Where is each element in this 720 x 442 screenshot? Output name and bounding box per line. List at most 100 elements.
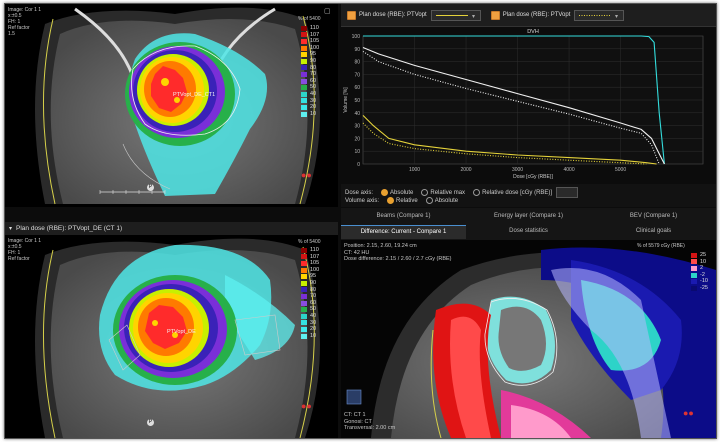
legend-entry: 70 xyxy=(301,71,319,78)
tab-dose-statistics[interactable]: Dose statistics xyxy=(466,225,591,238)
legend-entry: 30 xyxy=(301,320,319,327)
dvh-series-header: Plan dose (RBE): PTVopt ▾ Plan dose (RBE… xyxy=(341,4,716,27)
series-2-style-dropdown[interactable]: ▾ xyxy=(574,9,625,21)
legend-label: 70 xyxy=(310,293,317,300)
legend-label: 107 xyxy=(310,31,320,38)
dose-viewport-bottom-left[interactable]: Image: Cor 1 1 x:±0.5 FH: 1 Ref factor PTVo… xyxy=(5,235,338,438)
legend-label: 100 xyxy=(310,44,320,51)
dose-axis-label: Dose axis: xyxy=(345,189,374,196)
dvh-chart[interactable]: 0 10 20 30 40 50 60 70 80 90 100 1000 2000 3000 4000 50… xyxy=(341,26,716,184)
tab-beams[interactable]: Beams (Compare 1) xyxy=(341,210,466,222)
legend-label: 30 xyxy=(310,97,317,104)
tab-difference[interactable]: Difference: Current - Compare 1 xyxy=(341,225,466,239)
legend-label: -10 xyxy=(700,278,708,285)
legend-label: 70 xyxy=(310,71,317,78)
y-tick-label: 90 xyxy=(354,47,360,53)
roi-label: PTVopt_DE xyxy=(167,329,196,335)
legend-swatch xyxy=(301,307,307,313)
planning-window: Image: Cor 1 1 x:±0.5 FH: 1 Ref factor 1.5 P… xyxy=(4,3,717,439)
patient-orientation-icon: ●● xyxy=(301,401,312,411)
legend-entry: 107 xyxy=(301,32,319,39)
tab-bev[interactable]: BEV (Compare 1) xyxy=(591,210,716,222)
legend-entry: 40 xyxy=(301,313,319,320)
series-2-checkbox[interactable] xyxy=(490,10,500,20)
tab-clinical-goals[interactable]: Clinical goals xyxy=(591,225,716,238)
overlay-line: 1.5 xyxy=(8,31,15,37)
svg-text:▾: ▾ xyxy=(615,14,618,20)
roi-label: PTVopt_DE_CT1 xyxy=(173,92,216,98)
tab-strip: Beams (Compare 1) Energy layer (Compare … xyxy=(341,208,716,240)
legend-swatch xyxy=(301,267,307,273)
overlay-line: Ref factor xyxy=(8,256,30,262)
legend-label: 30 xyxy=(310,319,317,326)
legend-entry: 110 xyxy=(301,247,319,254)
dose-axis-relative-max-radio[interactable] xyxy=(421,189,429,196)
y-tick-label: 60 xyxy=(354,85,360,91)
tab-energy-layer[interactable]: Energy layer (Compare 1) xyxy=(466,210,591,222)
series-2-label: Plan dose (RBE): PTVopt xyxy=(502,12,571,18)
legend-swatch xyxy=(301,85,307,91)
legend-swatch xyxy=(301,38,307,44)
legend-swatch xyxy=(301,58,307,64)
legend-label: -25 xyxy=(700,284,708,291)
fullscreen-icon[interactable]: ▢ xyxy=(324,7,331,15)
legend-label: 20 xyxy=(310,104,317,111)
legend-swatch xyxy=(301,25,307,31)
y-tick-label: 40 xyxy=(354,111,360,117)
volume-axis-option-relative: Relative xyxy=(396,197,418,204)
legend-swatch xyxy=(301,104,307,110)
dose-axis-relative-dose-radio[interactable] xyxy=(473,189,481,196)
legend-label: 60 xyxy=(310,299,317,306)
legend-label: 105 xyxy=(310,38,320,45)
viewport-info-overlay: Image: Cor 1 1 x:±0.5 FH: 1 Ref factor xyxy=(8,238,41,262)
dose-axis-option-relative-max: Relative max xyxy=(430,189,466,196)
dose-axis-absolute-radio[interactable] xyxy=(381,189,389,196)
legend-swatch xyxy=(301,313,307,319)
viewport-info-overlay: Image: Cor 1 1 x:±0.5 FH: 1 Ref factor 1.5 xyxy=(8,7,41,37)
legend-entry: 80 xyxy=(301,65,319,72)
legend-entry: 90 xyxy=(301,280,319,287)
legend-entry: 60 xyxy=(301,78,319,85)
overlay-line: CT: CT 1 xyxy=(344,412,366,418)
orientation-marker: P xyxy=(147,184,154,191)
legend-label: 10 xyxy=(310,332,317,339)
dvh-panel: Plan dose (RBE): PTVopt ▾ Plan dose (RBE… xyxy=(341,4,716,184)
series-1-style-dropdown[interactable]: ▾ xyxy=(430,9,481,21)
dose-legend: 110 107 105 100 95 90 80 70 60 50 40 30 20 10 xyxy=(301,247,319,339)
x-axis-label: Dose [cGy (RBE)] xyxy=(513,174,553,180)
volume-axis-option-absolute: Absolute xyxy=(434,197,459,204)
volume-axis-label: Volume axis: xyxy=(345,197,380,204)
legend-swatch xyxy=(301,254,307,260)
dose-viewport-top-left[interactable]: Image: Cor 1 1 x:±0.5 FH: 1 Ref factor 1.5 P… xyxy=(5,4,338,207)
y-tick-label: 0 xyxy=(357,162,360,168)
legend-entry: 2 xyxy=(691,265,708,272)
y-tick-label: 80 xyxy=(354,60,360,66)
dose-axis-option-absolute: Absolute xyxy=(390,189,414,196)
relative-dose-input[interactable] xyxy=(556,187,579,198)
legend-label: 80 xyxy=(310,286,317,293)
legend-entry: -25 xyxy=(691,285,708,292)
legend-label: 10 xyxy=(310,110,317,117)
legend-swatch xyxy=(301,78,307,84)
y-tick-label: 20 xyxy=(354,136,360,142)
legend-swatch xyxy=(301,320,307,326)
expand-icon[interactable]: ▾ xyxy=(9,225,12,232)
overlay-line: CT: 42 HU xyxy=(344,249,370,256)
legend-swatch xyxy=(301,98,307,104)
legend-swatch xyxy=(301,287,307,293)
legend-label: 90 xyxy=(310,57,317,64)
y-tick-label: 70 xyxy=(354,72,360,78)
legend-label: -2 xyxy=(700,271,705,278)
legend-label: 107 xyxy=(310,253,320,260)
legend-label: 90 xyxy=(310,279,317,286)
series-1-checkbox[interactable] xyxy=(347,10,356,20)
volume-axis-absolute-radio[interactable] xyxy=(425,197,433,204)
volume-axis-relative-radio[interactable] xyxy=(387,197,395,204)
legend-label: 60 xyxy=(310,77,317,84)
dose-difference-viewport[interactable]: Position: 2.15, 2.60, 19.24 cm CT: 42 HU D… xyxy=(341,240,716,438)
legend-entry: 60 xyxy=(301,300,319,307)
legend-swatch xyxy=(301,260,307,266)
legend-swatch xyxy=(301,247,307,253)
legend-entry: 107 xyxy=(301,254,319,261)
legend-label: 40 xyxy=(310,312,317,319)
